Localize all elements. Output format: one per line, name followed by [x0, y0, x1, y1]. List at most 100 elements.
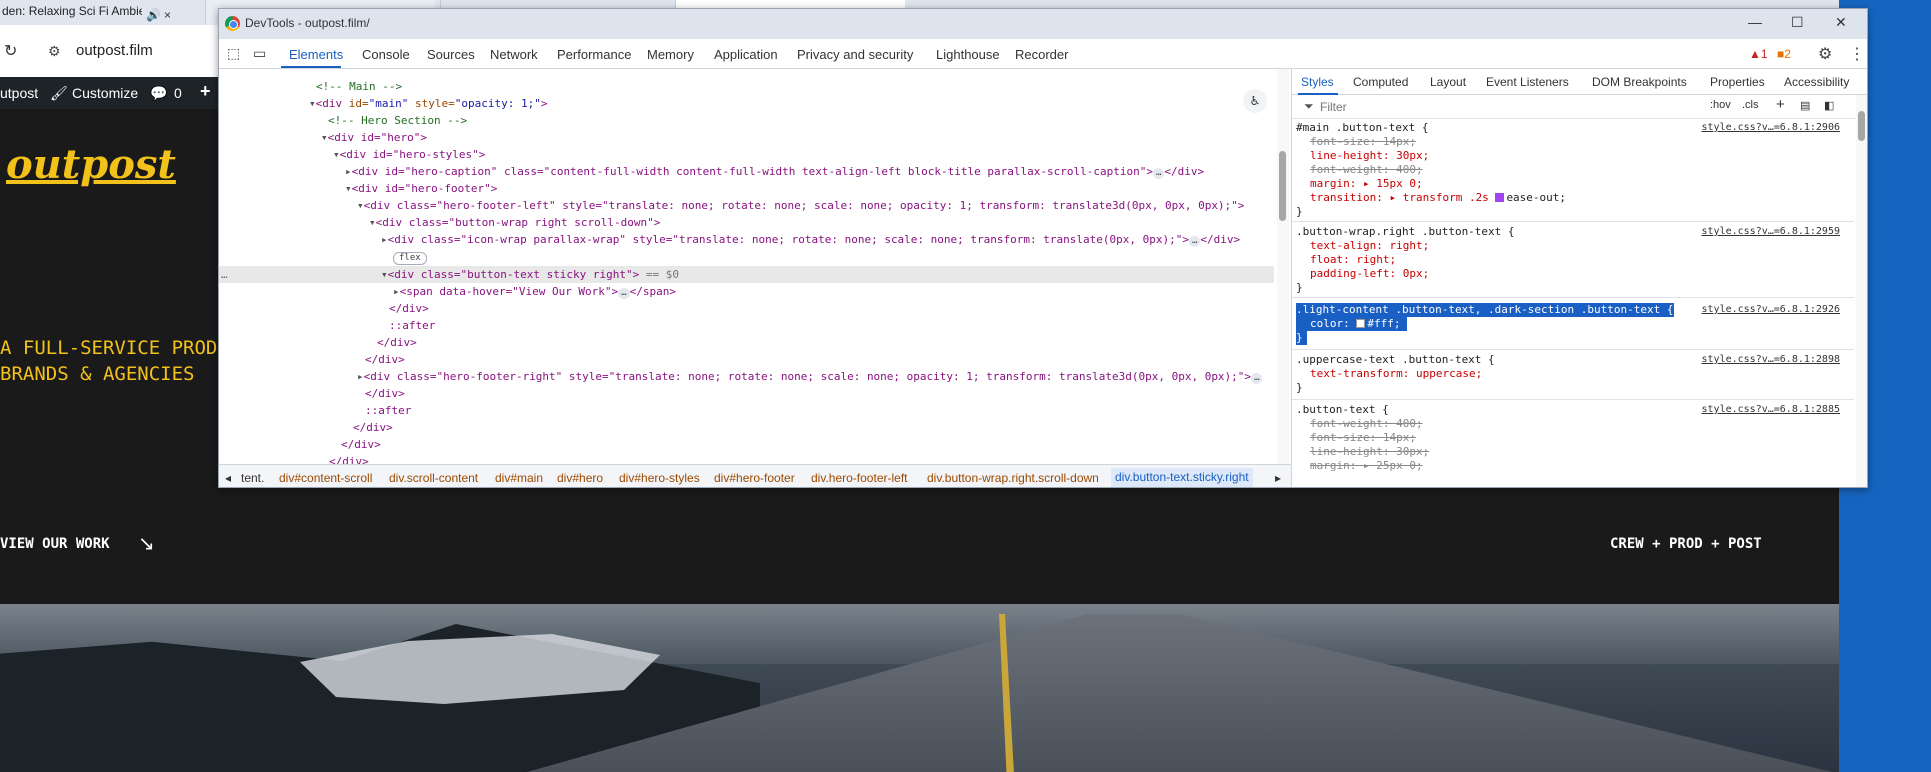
- css-property[interactable]: text-transform: uppercase;: [1296, 367, 1482, 381]
- css-source-link[interactable]: style.css?v…=6.8.1:2885: [1702, 403, 1840, 417]
- dom-node[interactable]: </div>: [219, 334, 1274, 351]
- breadcrumb-scroll-right-icon[interactable]: ▸: [1275, 471, 1281, 485]
- dom-node[interactable]: ▾<div id="hero-footer">: [219, 180, 1274, 197]
- sidebar-toggle-icon[interactable]: ◧: [1824, 99, 1834, 112]
- breadcrumb-item[interactable]: tent.: [241, 471, 264, 485]
- more-vertical-icon[interactable]: ⋮: [1849, 44, 1865, 64]
- tab-application[interactable]: Application: [714, 47, 778, 62]
- dom-node[interactable]: </div>: [219, 385, 1274, 402]
- css-source-link[interactable]: style.css?v…=6.8.1:2926: [1702, 303, 1840, 317]
- dom-node[interactable]: ▸<div class="hero-footer-right" style="t…: [219, 368, 1274, 385]
- css-property[interactable]: text-align: right;: [1296, 239, 1429, 253]
- tab-computed[interactable]: Computed: [1353, 75, 1408, 89]
- inspect-element-icon[interactable]: ⬚: [227, 45, 240, 62]
- breadcrumb-item[interactable]: div#content-scroll: [279, 471, 372, 485]
- css-property[interactable]: transition: ▸ transform .2s ease-out;: [1296, 191, 1566, 205]
- scrollbar-thumb[interactable]: [1279, 151, 1286, 221]
- wp-customize-link[interactable]: Customize: [72, 85, 138, 101]
- expanded-triangle-icon[interactable]: ▾: [321, 131, 328, 144]
- breadcrumb-item[interactable]: div#hero-styles: [619, 471, 700, 485]
- css-property-overridden[interactable]: font-weight: 400;: [1296, 417, 1423, 431]
- close-tab-icon[interactable]: ×: [164, 4, 170, 25]
- tab-privacy-security[interactable]: Privacy and security: [797, 47, 913, 62]
- color-swatch-icon[interactable]: [1356, 319, 1366, 328]
- elements-tree[interactable]: <!-- Main --> ▾<div id="main" style="opa…: [219, 69, 1291, 464]
- scrollbar-thumb[interactable]: [1858, 111, 1865, 141]
- styles-scrollbar[interactable]: [1856, 95, 1867, 487]
- device-toolbar-icon[interactable]: ▭: [253, 45, 266, 62]
- site-info-icon[interactable]: ⚙: [48, 43, 61, 60]
- dom-node[interactable]: <!-- Hero Section -->: [219, 112, 1274, 129]
- tab-recorder[interactable]: Recorder: [1015, 47, 1068, 62]
- dom-node[interactable]: ▾<div id="hero-styles">: [219, 146, 1274, 163]
- plus-icon[interactable]: +: [200, 81, 211, 102]
- css-selector[interactable]: .button-wrap.right .button-text {: [1296, 225, 1515, 239]
- tab-lighthouse[interactable]: Lighthouse: [936, 47, 1000, 62]
- breadcrumb-item[interactable]: div#hero: [557, 471, 603, 485]
- css-selector-selected[interactable]: .light-content .button-text, .dark-secti…: [1296, 303, 1674, 317]
- arrow-down-right-icon[interactable]: ↘: [138, 531, 155, 556]
- css-property[interactable]: float: right;: [1296, 253, 1396, 267]
- breadcrumb-item[interactable]: div#main: [495, 471, 543, 485]
- expanded-triangle-icon[interactable]: ▾: [333, 148, 340, 161]
- tab-accessibility[interactable]: Accessibility: [1784, 75, 1849, 89]
- breadcrumb-scroll-left-icon[interactable]: ◂: [225, 471, 231, 485]
- dom-node[interactable]: ▾<div id="main" style="opacity: 1;">: [219, 95, 1274, 112]
- tab-layout[interactable]: Layout: [1430, 75, 1466, 89]
- css-rules[interactable]: #main .button-text { style.css?v…=6.8.1:…: [1292, 119, 1854, 487]
- css-property[interactable]: margin: ▸ 15px 0;: [1296, 177, 1423, 191]
- maximize-icon[interactable]: ☐: [1791, 14, 1804, 31]
- css-property[interactable]: line-height: 30px;: [1296, 149, 1429, 163]
- dom-node[interactable]: ▾<div id="hero">: [219, 129, 1274, 146]
- dom-node[interactable]: ▸<span data-hover="View Our Work">… </spa…: [219, 283, 1274, 300]
- cls-button[interactable]: .cls: [1742, 99, 1759, 111]
- flex-badge[interactable]: flex: [393, 252, 427, 265]
- expanded-triangle-icon[interactable]: ▾: [357, 199, 364, 212]
- accessibility-icon[interactable]: ♿: [1243, 89, 1267, 113]
- dom-node[interactable]: </div>: [219, 453, 1274, 464]
- speaker-icon[interactable]: 🔊: [146, 4, 161, 25]
- view-our-work-button[interactable]: VIEW OUR WORK: [0, 536, 110, 552]
- easing-swatch-icon[interactable]: [1495, 193, 1505, 202]
- expanded-triangle-icon[interactable]: ▾: [309, 97, 316, 110]
- dom-node[interactable]: </div>: [219, 436, 1274, 453]
- css-source-link[interactable]: style.css?v…=6.8.1:2959: [1702, 225, 1840, 239]
- filter-input[interactable]: [1320, 97, 1690, 116]
- css-property-overridden[interactable]: line-height: 30px;: [1296, 445, 1429, 459]
- dom-node[interactable]: </div>: [219, 300, 1274, 317]
- ellipsis-badge[interactable]: …: [1251, 373, 1263, 384]
- dom-node[interactable]: <!-- Main -->: [219, 78, 1274, 95]
- gear-icon[interactable]: ⚙: [1818, 44, 1832, 64]
- dom-node-selected[interactable]: … ▾<div class="button-text sticky right"…: [219, 266, 1274, 283]
- css-selector[interactable]: #main .button-text {: [1296, 121, 1428, 135]
- breadcrumb-item[interactable]: div#hero-footer: [714, 471, 795, 485]
- tab-dom-breakpoints[interactable]: DOM Breakpoints: [1592, 75, 1687, 89]
- dom-node[interactable]: </div>: [219, 351, 1274, 368]
- expanded-triangle-icon[interactable]: ▾: [369, 216, 376, 229]
- css-property-overridden[interactable]: font-size: 14px;: [1296, 431, 1416, 445]
- url-field[interactable]: outpost.film: [76, 42, 153, 59]
- tab-memory[interactable]: Memory: [647, 47, 694, 62]
- css-property-overridden[interactable]: margin: ▸ 25px 0;: [1296, 459, 1423, 473]
- paint-icon[interactable]: ▤: [1800, 99, 1810, 112]
- tab-sources[interactable]: Sources: [427, 47, 475, 62]
- hov-button[interactable]: :hov: [1710, 99, 1731, 111]
- dom-node[interactable]: ▾<div class="hero-footer-left" style="tr…: [219, 197, 1274, 214]
- elements-scrollbar[interactable]: [1277, 69, 1289, 464]
- comment-icon[interactable]: 💬: [150, 85, 167, 102]
- css-property-selected[interactable]: color: #fff;: [1296, 317, 1407, 331]
- tab-event-listeners[interactable]: Event Listeners: [1486, 75, 1569, 89]
- close-icon[interactable]: ✕: [1835, 14, 1847, 31]
- expanded-triangle-icon[interactable]: ▾: [345, 182, 352, 195]
- reload-icon[interactable]: ↻: [4, 41, 17, 61]
- dom-node[interactable]: ::after: [219, 402, 1274, 419]
- css-source-link[interactable]: style.css?v…=6.8.1:2898: [1702, 353, 1840, 367]
- tab-performance[interactable]: Performance: [557, 47, 631, 62]
- tab-properties[interactable]: Properties: [1710, 75, 1765, 89]
- breadcrumb-item[interactable]: div.button-wrap.right.scroll-down: [927, 471, 1099, 485]
- css-selector[interactable]: .button-text {: [1296, 403, 1389, 417]
- expanded-triangle-icon[interactable]: ▾: [381, 268, 388, 281]
- css-selector[interactable]: .uppercase-text .button-text {: [1296, 353, 1495, 367]
- wp-site-link[interactable]: utpost: [0, 85, 38, 101]
- breadcrumb-item[interactable]: div.scroll-content: [389, 471, 478, 485]
